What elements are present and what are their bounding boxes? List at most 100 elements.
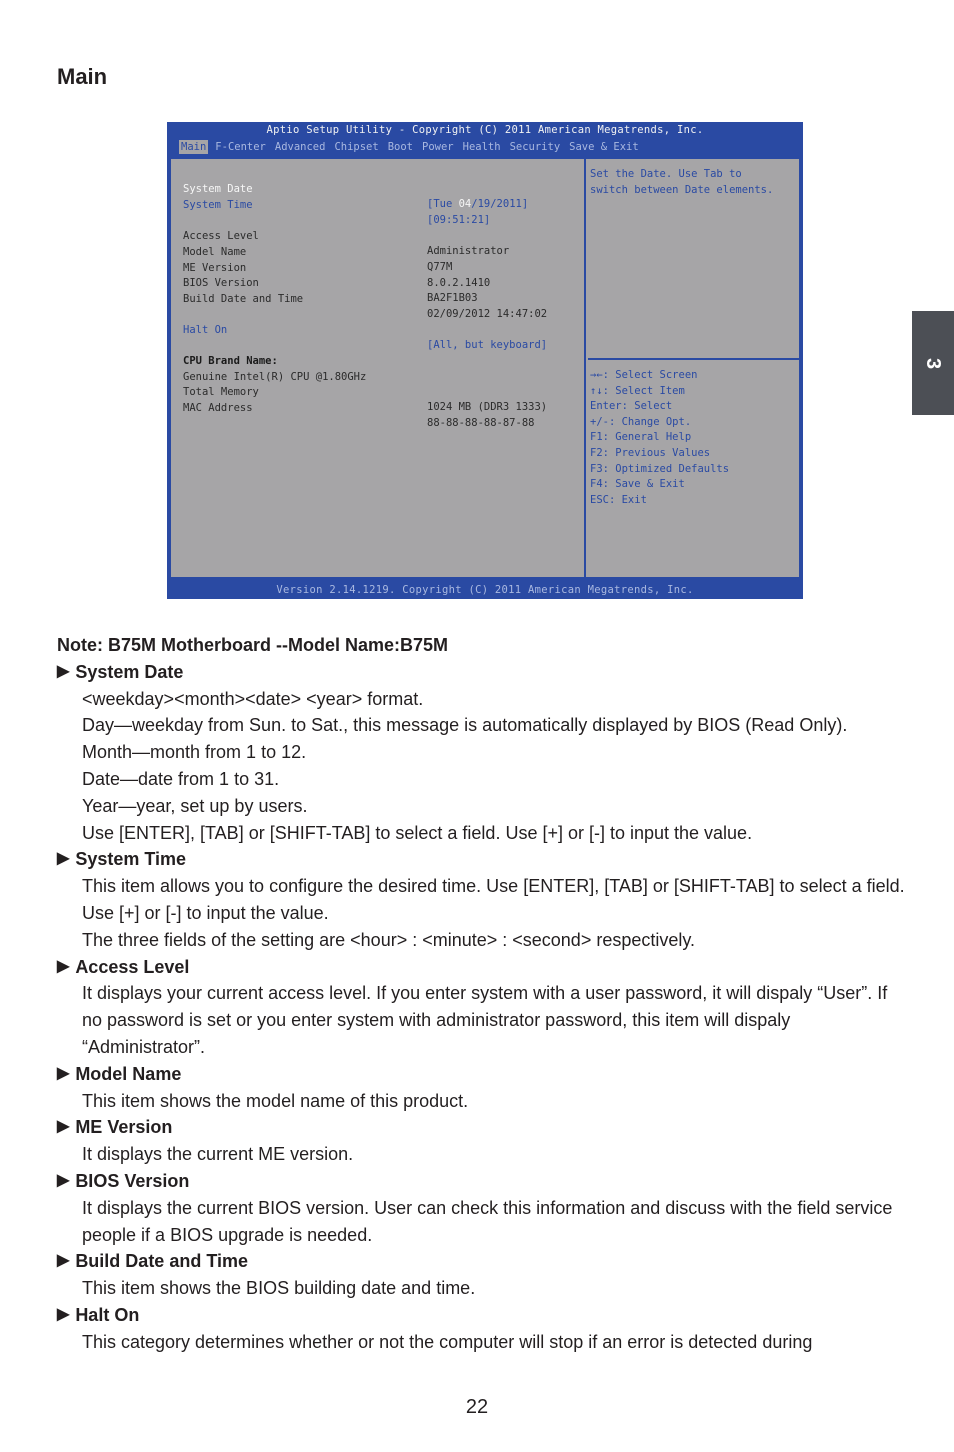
section-heading-access-level: ▶ Access Level: [57, 954, 907, 981]
section-heading-bios-version: ▶ BIOS Version: [57, 1168, 907, 1195]
setting-value[interactable]: [Tue 04/19/2011]: [427, 197, 528, 212]
info-value: Administrator: [427, 245, 510, 257]
bios-tab-chipset[interactable]: Chipset: [332, 140, 380, 154]
paragraph: Use [ENTER], [TAB] or [SHIFT-TAB] to sel…: [82, 822, 753, 843]
info-value: 8.0.2.1410: [427, 277, 491, 289]
key-help-change-opt: +/-: Change Opt.: [590, 415, 692, 428]
paragraph: The three fields of the setting are <hou…: [82, 929, 696, 950]
triangle-bullet-icon: ▶: [57, 1305, 70, 1323]
info-cpu-brand-heading: CPU Brand Name:: [183, 339, 278, 367]
triangle-bullet-icon: ▶: [57, 957, 70, 975]
bios-key-legend: →←: Select Screen ↑↓: Select Item Enter:…: [588, 362, 799, 577]
date-rest: /19/2011]: [471, 198, 529, 210]
bios-tab-main[interactable]: Main: [179, 140, 209, 154]
key-help-select-item: ↑↓: Select Item: [590, 384, 685, 397]
date-weekday: [Tue: [427, 198, 459, 210]
setting-system-time[interactable]: System Time [09:51:21]: [183, 183, 490, 226]
setting-label: Halt On: [183, 324, 228, 336]
bios-title: Aptio Setup Utility - Copyright (C) 2011…: [266, 124, 704, 136]
key-help-f4: F4: Save & Exit: [590, 478, 685, 491]
setting-halt-on[interactable]: Halt On [All, but keyboard]: [183, 308, 547, 351]
help-line: switch between Date elements.: [590, 184, 774, 196]
date-month-selected[interactable]: 04: [459, 198, 472, 210]
paragraph: Year—year, set up by users.: [82, 795, 308, 816]
document-body: Note: B75M Motherboard --Model Name:B75M…: [57, 632, 907, 1356]
bios-menu-bar: Main F-Center Advanced Chipset Boot Powe…: [179, 140, 646, 154]
section-title: ME Version: [75, 1117, 173, 1138]
section-title: System Time: [75, 849, 187, 870]
bios-footer: Version 2.14.1219. Copyright (C) 2011 Am…: [276, 584, 694, 596]
page-title: Main: [57, 64, 108, 89]
info-value: 1024 MB (DDR3 1333): [427, 401, 548, 413]
section-heading-model-name: ▶ Model Name: [57, 1061, 907, 1088]
paragraph: It displays your current access level. I…: [82, 983, 888, 1057]
section-heading-halt-on: ▶ Halt On: [57, 1302, 907, 1329]
triangle-bullet-icon: ▶: [57, 1252, 70, 1270]
info-value: 02/09/2012 14:47:02: [427, 308, 548, 320]
section-heading-system-date: ▶ System Date: [57, 659, 907, 686]
section-title: System Date: [75, 661, 184, 682]
triangle-bullet-icon: ▶: [57, 850, 70, 868]
help-line: Set the Date. Use Tab to: [590, 168, 742, 180]
info-bios-version: BIOS Version BA2F1B03: [183, 261, 478, 304]
bios-tab-boot[interactable]: Boot: [386, 140, 415, 154]
key-help-esc: ESC: Exit: [590, 493, 647, 506]
section-title: BIOS Version: [75, 1170, 190, 1191]
info-label: MAC Address: [183, 402, 253, 414]
bios-tab-power[interactable]: Power: [420, 140, 456, 154]
info-access-level: Access Level Administrator: [183, 214, 509, 257]
bios-body: System Date [Tue 04/19/2011] System Time…: [169, 157, 801, 579]
bios-settings-panel: System Date [Tue 04/19/2011] System Time…: [171, 159, 586, 577]
paragraph: This category determines whether or not …: [82, 1331, 813, 1352]
bios-tab-save-exit[interactable]: Save & Exit: [567, 140, 641, 154]
key-help-f1: F1: General Help: [590, 431, 692, 444]
bios-tab-f-center[interactable]: F-Center: [213, 140, 268, 154]
key-help-select-screen: →←: Select Screen: [590, 369, 698, 381]
triangle-bullet-icon: ▶: [57, 1118, 70, 1136]
triangle-bullet-icon: ▶: [57, 1171, 70, 1189]
key-help-enter: Enter: Select: [590, 400, 673, 413]
paragraph: It displays the current ME version.: [82, 1144, 354, 1165]
paragraph: Date—date from 1 to 31.: [82, 768, 280, 789]
paragraph: This item shows the model name of this p…: [82, 1090, 469, 1111]
bios-screenshot: Aptio Setup Utility - Copyright (C) 2011…: [167, 122, 803, 599]
section-heading-build-date: ▶ Build Date and Time: [57, 1248, 907, 1275]
key-help-f2: F2: Previous Values: [590, 447, 711, 459]
bios-tab-advanced[interactable]: Advanced: [273, 140, 328, 154]
paragraph: This item allows you to configure the de…: [82, 876, 905, 923]
section-heading-me-version: ▶ ME Version: [57, 1114, 907, 1141]
info-label: Build Date and Time: [183, 293, 304, 305]
chapter-number: 3: [922, 357, 945, 369]
triangle-bullet-icon: ▶: [57, 1064, 70, 1082]
triangle-bullet-icon: ▶: [57, 662, 70, 680]
info-value: BA2F1B03: [427, 292, 478, 304]
paragraph: This item shows the BIOS building date a…: [82, 1278, 476, 1299]
paragraph: Month—month from 1 to 12.: [82, 742, 307, 763]
info-value: Q77M: [427, 261, 453, 273]
setting-value[interactable]: [09:51:21]: [427, 213, 490, 228]
section-title: Access Level: [75, 956, 190, 977]
paragraph: It displays the current BIOS version. Us…: [82, 1197, 893, 1245]
info-value: 88-88-88-88-87-88: [427, 417, 535, 429]
bios-help-panel: Set the Date. Use Tab to switch between …: [588, 159, 799, 360]
info-model-name: Model Name Q77M: [183, 230, 452, 273]
section-title: Build Date and Time: [75, 1251, 249, 1272]
model-note: Note: B75M Motherboard --Model Name:B75M: [57, 635, 449, 655]
info-build-date: Build Date and Time 02/09/2012 14:47:02: [183, 277, 547, 320]
paragraph: Day—weekday from Sun. to Sat., this mess…: [82, 715, 848, 736]
setting-value[interactable]: [All, but keyboard]: [427, 338, 547, 353]
bios-tab-health[interactable]: Health: [461, 140, 503, 154]
info-total-memory: Total Memory 1024 MB (DDR3 1333): [183, 370, 547, 413]
section-heading-system-time: ▶ System Time: [57, 846, 907, 873]
section-title: Halt On: [75, 1304, 140, 1325]
page-number: 22: [465, 1396, 489, 1418]
setting-system-date[interactable]: System Date [Tue 04/19/2011]: [183, 167, 528, 210]
section-title: Model Name: [75, 1063, 182, 1084]
info-me-version: ME Version 8.0.2.1410: [183, 246, 490, 289]
chapter-tab: 3: [912, 311, 954, 415]
bios-tab-security[interactable]: Security: [508, 140, 563, 154]
paragraph: <weekday><month><date> <year> format.: [82, 688, 424, 709]
info-cpu-brand: Genuine Intel(R) CPU @1.80GHz: [183, 355, 366, 383]
setting-label: System Time: [183, 199, 253, 211]
key-help-f3: F3: Optimized Defaults: [590, 462, 730, 475]
